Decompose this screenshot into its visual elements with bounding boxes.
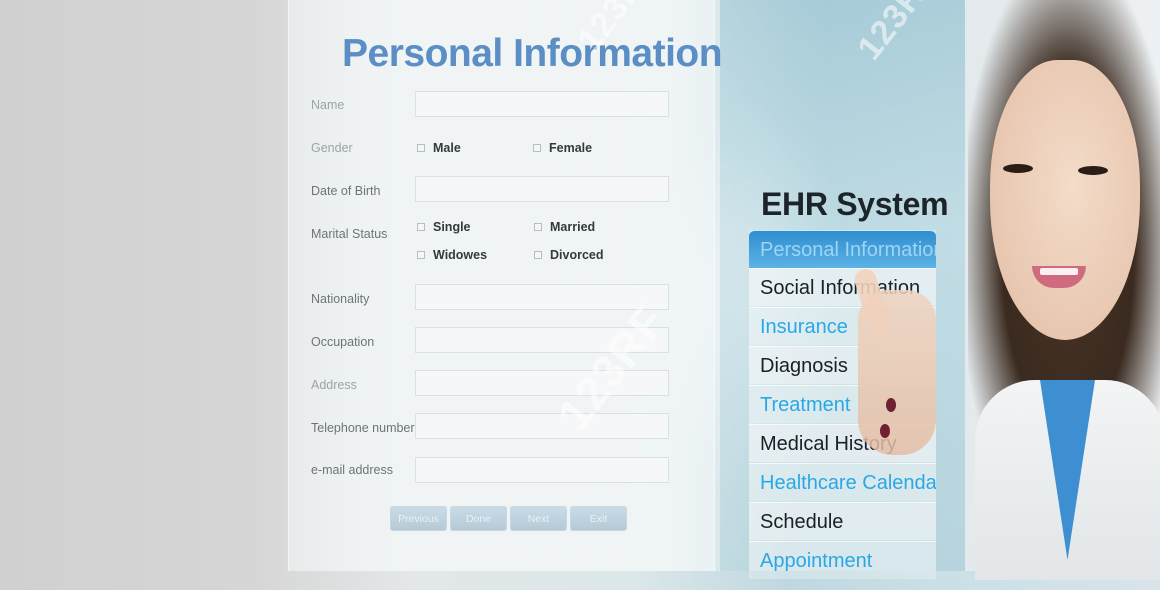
checkbox-icon[interactable] — [417, 251, 425, 259]
gender-female-option[interactable]: Female — [533, 141, 592, 155]
dob-label: Date of Birth — [311, 184, 381, 198]
option-label: Female — [549, 141, 593, 155]
checkbox-icon[interactable] — [417, 223, 425, 231]
telephone-input[interactable] — [415, 413, 669, 439]
marital-divorced-option[interactable]: Divorced — [534, 248, 604, 262]
dob-input[interactable] — [415, 176, 669, 202]
done-button[interactable]: Done — [450, 506, 507, 531]
email-input[interactable] — [415, 457, 669, 483]
name-label: Name — [311, 98, 345, 112]
checkbox-icon[interactable] — [534, 251, 542, 259]
occupation-label: Occupation — [311, 335, 375, 349]
checkbox-icon[interactable] — [534, 223, 542, 231]
doctor-face — [990, 60, 1140, 340]
form-title: Personal Information — [342, 32, 723, 75]
menu-item-healthcare-calendar[interactable]: Healthcare Calendar — [749, 463, 936, 501]
ehr-system-title: EHR System — [761, 186, 949, 222]
fingernail — [886, 398, 896, 412]
option-label: Male — [433, 141, 461, 155]
fingernail — [880, 424, 890, 438]
marital-single-option[interactable]: Single — [417, 220, 471, 234]
menu-item-appointment[interactable]: Appointment — [749, 541, 936, 579]
gender-label: Gender — [311, 141, 353, 155]
option-label: Single — [433, 220, 471, 234]
nationality-label: Nationality — [311, 292, 370, 306]
doctor-eye-right — [1078, 166, 1108, 175]
option-label: Widowes — [433, 248, 488, 262]
option-label: Married — [550, 220, 596, 234]
email-label: e-mail address — [311, 463, 393, 477]
address-label: Address — [311, 378, 357, 392]
menu-item-schedule[interactable]: Schedule — [749, 502, 936, 540]
exit-button[interactable]: Exit — [570, 506, 627, 531]
marital-married-option[interactable]: Married — [534, 220, 595, 234]
marital-widowes-option[interactable]: Widowes — [417, 248, 487, 262]
name-input[interactable] — [415, 91, 669, 117]
doctor-eye-left — [1003, 164, 1033, 173]
option-label: Divorced — [550, 248, 604, 262]
next-button[interactable]: Next — [510, 506, 567, 531]
checkbox-icon[interactable] — [417, 144, 425, 152]
gender-male-option[interactable]: Male — [417, 141, 461, 155]
previous-button[interactable]: Previous — [390, 506, 447, 531]
marital-status-label: Marital Status — [311, 227, 388, 241]
menu-item-personal-information[interactable]: Personal Information — [749, 230, 936, 268]
telephone-label: Telephone number — [311, 421, 415, 435]
checkbox-icon[interactable] — [533, 144, 541, 152]
